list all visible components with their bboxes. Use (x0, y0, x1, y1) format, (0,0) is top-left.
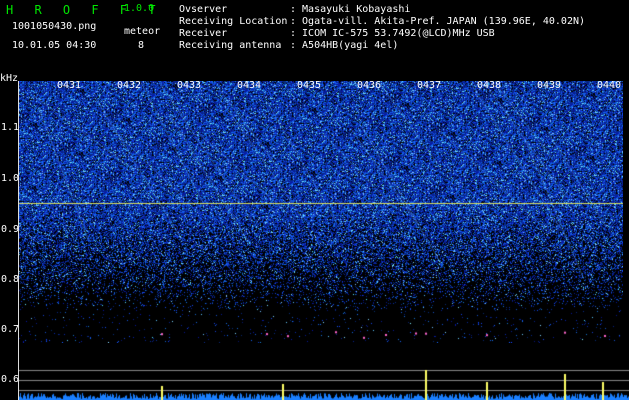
time-label: 0438 (477, 80, 502, 91)
info-key-observer: Ovserver (179, 4, 228, 15)
info-value-location: : Ogata-vill. Akita-Pref. JAPAN (139.96E… (290, 16, 586, 27)
info-key-receiver: Receiver (179, 28, 228, 39)
freq-label: 0.8 (1, 274, 20, 285)
info-value-observer: : Masayuki Kobayashi (290, 4, 411, 15)
time-label: 0431 (57, 80, 82, 91)
freq-label: 0.6 (1, 374, 20, 385)
freq-label: 1.0 (1, 173, 20, 184)
echo-level-strip (19, 343, 629, 400)
app-version: 1.0.0 (124, 3, 155, 14)
time-label: 0432 (117, 80, 142, 91)
frequency-unit: kHz (0, 73, 19, 84)
info-value-antenna: : A504HB(yagi 4el) (290, 40, 399, 51)
datetime: 10.01.05 04:30 (12, 40, 97, 51)
time-label: 0437 (417, 80, 442, 91)
time-label: 0439 (537, 80, 562, 91)
spectrogram (19, 81, 623, 343)
info-key-location: Receiving Location (179, 16, 288, 27)
info-value-receiver: : ICOM IC-575 53.7492(@LCD)MHz USB (290, 28, 495, 39)
time-label: 0440 (597, 80, 622, 91)
info-key-antenna: Receiving antenna (179, 40, 282, 51)
hrofft-window: H R O F F T 1.0.0 1001050430.png meteor … (0, 0, 629, 400)
time-label: 0435 (297, 80, 322, 91)
freq-label: 1.1 (1, 122, 20, 133)
time-label: 0436 (357, 80, 382, 91)
freq-label: 0.9 (1, 224, 20, 235)
time-label: 0433 (177, 80, 202, 91)
meteor-label: meteor (124, 26, 161, 37)
file-name: 1001050430.png (12, 21, 97, 32)
freq-label: 0.7 (1, 324, 20, 335)
meteor-count: 8 (138, 40, 145, 51)
time-label: 0434 (237, 80, 262, 91)
